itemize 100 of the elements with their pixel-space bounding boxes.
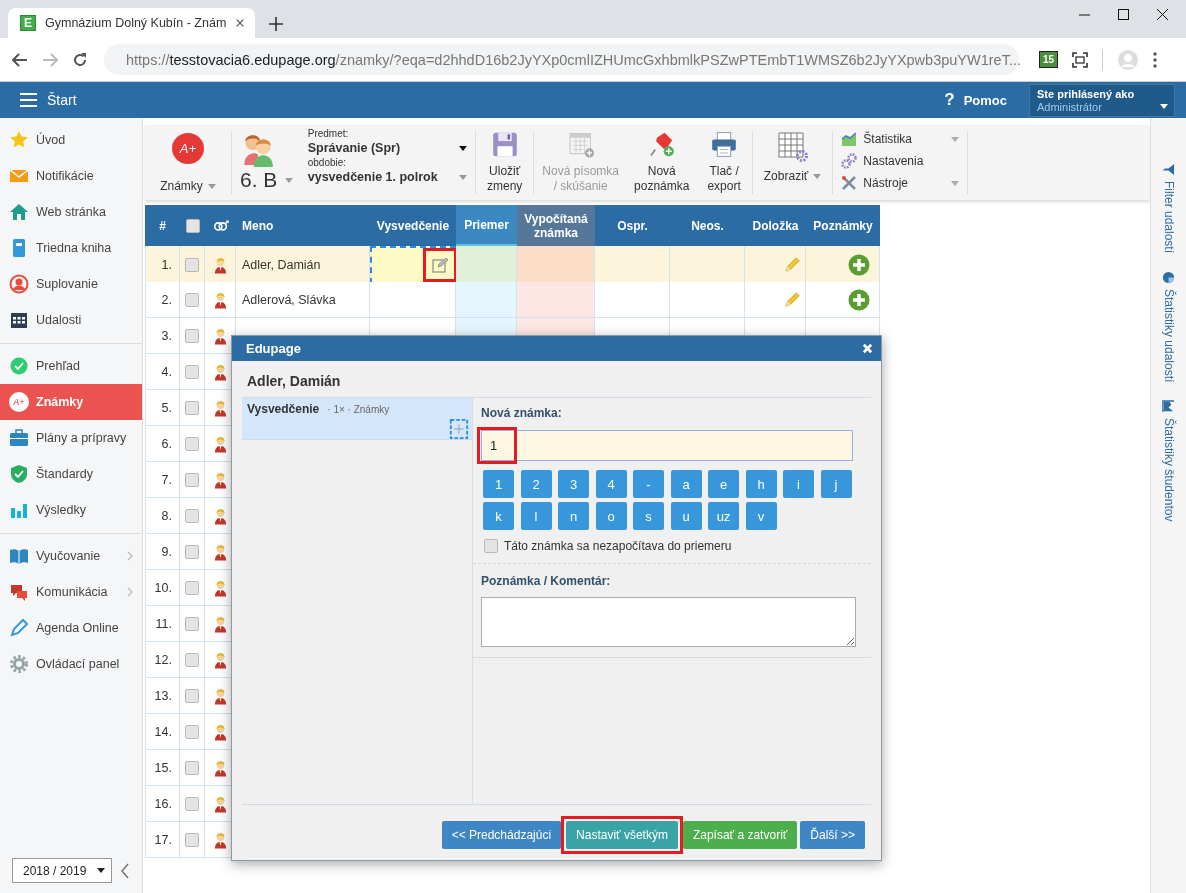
- toolbar-button[interactable]: Zobraziť: [754, 131, 831, 194]
- sidebar-item[interactable]: Štandardy: [0, 456, 142, 492]
- row-checkbox[interactable]: [185, 652, 199, 667]
- toolbar-button[interactable]: Tlač / export: [698, 131, 750, 194]
- screen-capture-icon[interactable]: [1072, 51, 1088, 68]
- add-icon[interactable]: [848, 253, 870, 276]
- row-checkbox[interactable]: [185, 616, 199, 631]
- collapse-icon[interactable]: [121, 862, 129, 879]
- grade-cell[interactable]: [370, 246, 456, 284]
- row-checkbox[interactable]: [185, 760, 199, 775]
- shield-icon: [9, 464, 29, 484]
- row-checkbox[interactable]: [185, 688, 199, 703]
- row-checkbox[interactable]: [185, 472, 199, 487]
- sidebar-item[interactable]: Suplovanie: [0, 266, 142, 302]
- side-panel-tab[interactable]: Štatistiky udalostí: [1161, 271, 1176, 383]
- field-label: Nová známka:: [481, 406, 563, 420]
- add-icon[interactable]: [848, 288, 870, 311]
- start-menu-button[interactable]: Štart: [20, 92, 77, 108]
- profile-icon[interactable]: [1117, 48, 1139, 71]
- browser-tab[interactable]: E Gymnázium Dolný Kubín - Znám: [8, 8, 255, 38]
- pie-chart-icon: [1162, 271, 1175, 285]
- row-checkbox[interactable]: [185, 832, 199, 847]
- address-bar[interactable]: https://tesstovacia6.edupage.org/znamky/?eqa=d2hhdD16b2JyYXp0cmlIZHUmcGxhbmlkPSZwPTEmbT1WMSZ6b2JyYXpwb3puYW1reT...: [104, 44, 1019, 75]
- edit-icon[interactable]: [431, 257, 449, 273]
- sidebar-item[interactable]: Komunikácia: [0, 574, 142, 610]
- sidebar-item[interactable]: Triedna kniha: [0, 230, 142, 266]
- pencil-icon[interactable]: [784, 256, 801, 273]
- menu-item[interactable]: Nástroje: [841, 172, 960, 194]
- maximize-icon[interactable]: [1118, 9, 1129, 20]
- row-checkbox[interactable]: [185, 544, 199, 559]
- row-checkbox[interactable]: [185, 364, 199, 379]
- open-book-icon: [9, 546, 29, 566]
- new-tab-icon[interactable]: [269, 17, 283, 31]
- row-checkbox[interactable]: [185, 796, 199, 811]
- year-select[interactable]: 2018 / 2019: [12, 858, 112, 883]
- extension-icon[interactable]: 15: [1039, 51, 1058, 68]
- sidebar-item[interactable]: Vyučovanie: [0, 538, 142, 574]
- dialog-button[interactable]: Ďalší >>: [800, 821, 865, 849]
- field-label: Poznámka / Komentár:: [481, 574, 612, 588]
- row-checkbox[interactable]: [185, 400, 199, 415]
- column-header: Vysvedčenie: [375, 217, 451, 235]
- menu-icon: [20, 93, 37, 107]
- row-checkbox[interactable]: [185, 508, 199, 523]
- sidebar-item[interactable]: Agenda Online: [0, 610, 142, 646]
- help-link[interactable]: ? Pomoc: [944, 90, 1007, 110]
- add-icon[interactable]: [449, 419, 469, 439]
- favicon-icon: E: [20, 15, 36, 31]
- star-icon: [9, 130, 29, 150]
- user-menu[interactable]: Ste prihlásený ako Administrátor: [1029, 83, 1175, 117]
- toolbar-button[interactable]: Nová poznámka: [625, 131, 699, 194]
- grade-column-item[interactable]: Vysvedčenie · 1× · Známky: [242, 398, 472, 440]
- sidebar-item[interactable]: Udalosti: [0, 302, 142, 338]
- table-cell: [456, 246, 517, 284]
- table-cell[interactable]: [370, 282, 456, 318]
- sidebar-item[interactable]: Prehľad: [0, 348, 142, 384]
- caret-icon: [97, 868, 105, 873]
- row-checkbox[interactable]: [185, 436, 199, 451]
- sidebar-item[interactable]: Úvod: [0, 122, 142, 158]
- grades-button[interactable]: A+ Známky: [153, 131, 223, 194]
- column-header: Ospr.: [616, 217, 649, 235]
- table-cell: 4.: [145, 354, 180, 390]
- grade-input-field[interactable]: 1: [481, 430, 853, 461]
- comment-field[interactable]: [481, 597, 856, 647]
- person-icon: [212, 470, 228, 489]
- forward-arrow-icon[interactable]: [42, 51, 58, 68]
- sidebar-item[interactable]: Notifikácie: [0, 158, 142, 194]
- pencil-icon[interactable]: [784, 291, 801, 308]
- exclude-checkbox[interactable]: [484, 539, 498, 553]
- menu-item[interactable]: Štatistika: [841, 128, 960, 150]
- menu-icon[interactable]: [1153, 51, 1157, 68]
- person-icon: [212, 686, 228, 705]
- row-checkbox[interactable]: [185, 328, 199, 343]
- table-cell: 1.: [145, 246, 180, 284]
- subject-dropdown[interactable]: Správanie (Spr): [307, 139, 467, 157]
- help-icon: ?: [944, 90, 955, 110]
- close-icon[interactable]: [1157, 9, 1168, 20]
- class-selector[interactable]: 6. B: [232, 131, 302, 194]
- row-checkbox[interactable]: [185, 292, 199, 307]
- table-cell: Adlerová, Slávka: [236, 282, 370, 318]
- sidebar-item[interactable]: Výsledky: [0, 492, 142, 528]
- sidebar-item[interactable]: Web stránka: [0, 194, 142, 230]
- dialog-title-bar: Edupage: [232, 336, 881, 361]
- person-icon: [212, 326, 228, 345]
- menu-item[interactable]: Nastavenia: [841, 150, 960, 172]
- sidebar-item[interactable]: Plány a prípravy: [0, 420, 142, 456]
- period-dropdown[interactable]: vysvedčenie 1. polrok: [307, 168, 467, 186]
- row-checkbox[interactable]: [185, 724, 199, 739]
- toolbar-button[interactable]: Uložiť zmeny: [478, 131, 532, 194]
- select-all-checkbox[interactable]: [185, 218, 200, 233]
- row-checkbox[interactable]: [185, 257, 199, 272]
- row-checkbox[interactable]: [185, 580, 199, 595]
- back-arrow-icon[interactable]: [12, 51, 28, 68]
- sidebar-item[interactable]: Ovládací panel: [0, 646, 142, 682]
- close-icon[interactable]: [235, 18, 245, 28]
- field-label: Predmet:: [307, 128, 350, 139]
- sidebar-item[interactable]: A+ Známky: [0, 384, 142, 420]
- side-panel-tab[interactable]: Filter udalostí: [1161, 163, 1176, 254]
- reload-icon[interactable]: [72, 51, 88, 68]
- dialog-button[interactable]: << Predchádzajúci: [441, 821, 562, 849]
- side-panel-tab[interactable]: Štatistiky študentov: [1161, 400, 1176, 522]
